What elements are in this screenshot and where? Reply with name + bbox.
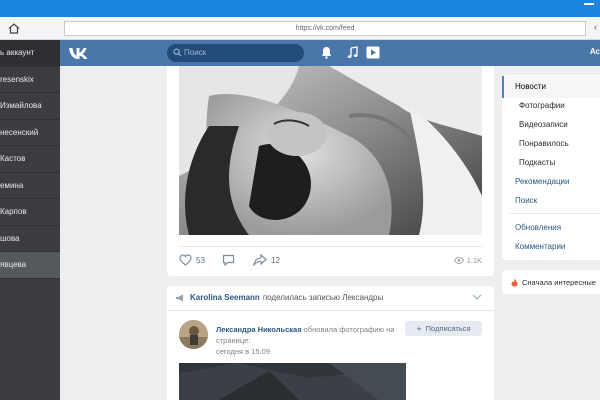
minimize-icon[interactable]	[584, 3, 594, 13]
overflow-icon[interactable]: ‹	[594, 22, 597, 32]
like-button[interactable]: 53	[179, 254, 205, 266]
post-photo-image	[179, 66, 482, 235]
post-card: 53 12 1.1K	[167, 66, 494, 276]
account-item[interactable]: ь аккаунт	[0, 40, 60, 67]
shared-post-card: Karolina Seemann поделилась записью Лекс…	[167, 286, 494, 400]
views-count: 1.1K	[466, 256, 482, 265]
account-item[interactable]: Карпов	[0, 199, 60, 226]
address-bar[interactable]: https://vk.com/feed	[64, 21, 586, 36]
accounts-panel: ь аккаунт resenskix Измайлова несенский …	[0, 40, 60, 400]
share-divider	[167, 310, 494, 311]
account-item[interactable]: емина	[0, 173, 60, 199]
interesting-first-toggle[interactable]: Сначала интересные	[502, 270, 600, 294]
subscribe-button[interactable]: + Подписаться	[405, 321, 482, 336]
heart-icon	[179, 254, 192, 266]
music-icon[interactable]	[347, 46, 358, 59]
interesting-label: Сначала интересные	[522, 277, 596, 287]
account-item[interactable]: Измайлова	[0, 93, 60, 120]
share-header: Karolina Seemann поделилась записью Лекс…	[175, 293, 383, 302]
vk-logo-icon[interactable]	[68, 45, 90, 61]
menu-item-news[interactable]: Новости	[502, 76, 600, 98]
chevron-down-icon[interactable]	[472, 294, 482, 300]
header-user-label[interactable]: Ас	[590, 47, 600, 56]
share-button[interactable]: 12	[253, 254, 280, 266]
account-item[interactable]: несенский	[0, 120, 60, 146]
shared-post-info: Лександра Никольская обновила фотографию…	[216, 324, 406, 357]
subscribe-label: Подписаться	[425, 324, 471, 333]
search-placeholder: Поиск	[184, 48, 207, 57]
like-count: 53	[196, 255, 205, 265]
video-play-icon[interactable]	[366, 46, 380, 59]
account-item[interactable]: шова	[0, 226, 60, 252]
menu-item-liked[interactable]: Понравилось	[502, 139, 600, 148]
bell-icon[interactable]	[321, 46, 332, 59]
vk-header: Поиск Ас	[60, 40, 600, 66]
post-time[interactable]: сегодня в 15:09	[216, 347, 270, 356]
home-icon	[8, 22, 20, 34]
views-counter: 1.1K	[453, 256, 482, 265]
menu-item-recommendations[interactable]: Рекомендации	[502, 177, 600, 186]
menu-item-podcasts[interactable]: Подкасты	[502, 158, 600, 167]
eye-icon	[453, 257, 464, 264]
menu-item-photos[interactable]: Фотографии	[502, 101, 600, 110]
comment-button[interactable]	[222, 254, 235, 266]
news-filter-menu: Новости Фотографии Видеозаписи Понравило…	[502, 75, 600, 260]
megaphone-icon	[176, 294, 183, 301]
comment-icon	[222, 254, 235, 266]
share-author-link[interactable]: Karolina Seemann	[190, 293, 260, 302]
avatar[interactable]	[179, 320, 208, 349]
account-item-active[interactable]: явцева	[0, 252, 60, 279]
post-photo[interactable]	[179, 66, 482, 235]
browser-toolbar: https://vk.com/feed ‹	[0, 17, 600, 40]
menu-item-search[interactable]: Поиск	[502, 196, 600, 205]
avatar-image	[179, 320, 208, 349]
search-input[interactable]: Поиск	[167, 44, 304, 62]
account-item[interactable]: resenskix	[0, 67, 60, 93]
menu-divider	[510, 213, 600, 214]
menu-item-updates[interactable]: Обновления	[502, 223, 600, 232]
home-button[interactable]	[7, 21, 21, 35]
menu-item-videos[interactable]: Видеозаписи	[502, 120, 600, 129]
share-count: 12	[271, 255, 280, 265]
window-title-strip	[0, 0, 600, 17]
account-item[interactable]: Кастов	[0, 146, 60, 173]
share-arrow-icon	[253, 254, 267, 266]
shared-photo[interactable]	[179, 363, 406, 400]
search-icon	[173, 48, 182, 57]
poster-name-link[interactable]: Лександра Никольская	[216, 325, 302, 334]
shared-photo-image	[179, 363, 406, 400]
plus-icon: +	[416, 323, 422, 334]
post-divider	[179, 246, 482, 247]
menu-item-comments[interactable]: Комментарии	[502, 242, 600, 251]
flame-icon	[511, 278, 518, 286]
share-action-text: поделилась записью Лександры	[262, 293, 384, 302]
